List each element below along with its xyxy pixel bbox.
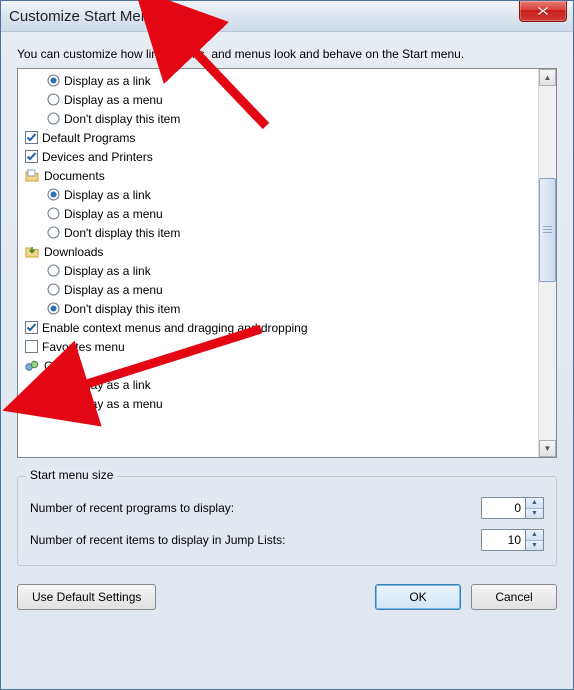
list-item[interactable]: Display as a menu [18, 280, 538, 299]
recent-items-input[interactable] [481, 529, 525, 551]
list-item[interactable]: Favorites menu [18, 337, 538, 356]
scroll-down-button[interactable]: ▼ [539, 440, 556, 457]
radio-icon[interactable] [46, 397, 60, 411]
radio-icon[interactable] [46, 264, 60, 278]
radio-selected-icon[interactable] [46, 188, 60, 202]
option-label: Default Programs [42, 131, 135, 145]
spin-up-button[interactable]: ▲ [526, 530, 543, 541]
list-item[interactable]: Don't display this item [18, 299, 538, 318]
group-label: Downloads [44, 245, 103, 259]
list-item[interactable]: Enable context menus and dragging and dr… [18, 318, 538, 337]
list-item[interactable]: Don't display this item [18, 109, 538, 128]
recent-items-row: Number of recent items to display in Jum… [30, 529, 544, 551]
close-button[interactable] [519, 1, 567, 22]
option-label: Display as a link [64, 378, 151, 392]
spin-up-button[interactable]: ▲ [526, 498, 543, 509]
close-icon [537, 6, 549, 16]
list-item[interactable]: Display as a menu [18, 90, 538, 109]
recent-programs-input[interactable] [481, 497, 525, 519]
scrollbar[interactable]: ▲ ▼ [538, 69, 556, 457]
scroll-up-button[interactable]: ▲ [539, 69, 556, 86]
spin-down-button[interactable]: ▼ [526, 541, 543, 551]
recent-programs-spinner[interactable]: ▲ ▼ [481, 497, 544, 519]
list-item[interactable]: Display as a link [18, 185, 538, 204]
radio-selected-icon[interactable] [46, 74, 60, 88]
cancel-button[interactable]: Cancel [471, 584, 557, 610]
groupbox-title: Start menu size [26, 468, 117, 482]
checkbox-icon[interactable] [24, 340, 38, 354]
option-label: Don't display this item [64, 302, 180, 316]
group-label: Documents [44, 169, 105, 183]
option-label: Favorites menu [42, 340, 125, 354]
list-item[interactable]: Display as a menu [18, 204, 538, 223]
list-group-header[interactable]: Games [18, 356, 538, 375]
options-listbox: Display as a link Display as a menu Don'… [17, 68, 557, 458]
radio-icon[interactable] [46, 112, 60, 126]
radio-icon[interactable] [46, 283, 60, 297]
scroll-thumb[interactable] [539, 178, 556, 282]
option-label: Display as a menu [64, 397, 163, 411]
list-item[interactable]: Default Programs [18, 128, 538, 147]
list-item[interactable]: Devices and Printers [18, 147, 538, 166]
radio-icon[interactable] [46, 207, 60, 221]
list-item[interactable]: Display as a menu [18, 394, 538, 413]
option-label: Don't display this item [64, 226, 180, 240]
recent-items-label: Number of recent items to display in Jum… [30, 533, 285, 547]
option-label: Display as a menu [64, 93, 163, 107]
start-menu-size-group: Start menu size Number of recent program… [17, 476, 557, 566]
recent-items-spinner[interactable]: ▲ ▼ [481, 529, 544, 551]
checkbox-checked-icon[interactable] [24, 150, 38, 164]
radio-icon[interactable] [46, 93, 60, 107]
recent-programs-row: Number of recent programs to display: ▲ … [30, 497, 544, 519]
scroll-track[interactable] [539, 86, 556, 440]
dialog-content: You can customize how links, icons, and … [1, 32, 573, 624]
titlebar[interactable]: Customize Start Menu [1, 1, 573, 32]
dialog-window: Customize Start Menu You can customize h… [0, 0, 574, 690]
recent-programs-label: Number of recent programs to display: [30, 501, 234, 515]
list-group-header[interactable]: Downloads [18, 242, 538, 261]
option-label: Display as a menu [64, 207, 163, 221]
use-default-settings-button[interactable]: Use Default Settings [17, 584, 156, 610]
list-item[interactable]: Display as a link [18, 261, 538, 280]
radio-selected-icon[interactable] [46, 302, 60, 316]
list-group-header[interactable]: Documents [18, 166, 538, 185]
list-item[interactable]: Display as a link [18, 375, 538, 394]
checkbox-checked-icon[interactable] [24, 321, 38, 335]
options-list[interactable]: Display as a link Display as a menu Don'… [18, 69, 538, 457]
list-item[interactable]: Display as a link [18, 71, 538, 90]
option-label: Don't display this item [64, 112, 180, 126]
ok-button[interactable]: OK [375, 584, 461, 610]
documents-folder-icon [24, 168, 40, 184]
games-folder-icon [24, 358, 40, 374]
option-label: Display as a link [64, 188, 151, 202]
spin-down-button[interactable]: ▼ [526, 509, 543, 519]
option-label: Display as a link [64, 74, 151, 88]
downloads-folder-icon [24, 244, 40, 260]
option-label: Display as a menu [64, 283, 163, 297]
option-label: Enable context menus and dragging and dr… [42, 321, 308, 335]
list-item[interactable]: Don't display this item [18, 223, 538, 242]
radio-icon[interactable] [46, 226, 60, 240]
option-label: Display as a link [64, 264, 151, 278]
checkbox-checked-icon[interactable] [24, 131, 38, 145]
window-title: Customize Start Menu [9, 8, 157, 25]
group-label: Games [44, 359, 83, 373]
intro-text: You can customize how links, icons, and … [17, 46, 557, 62]
radio-icon[interactable] [46, 378, 60, 392]
dialog-buttons: Use Default Settings OK Cancel [17, 584, 557, 610]
option-label: Devices and Printers [42, 150, 153, 164]
